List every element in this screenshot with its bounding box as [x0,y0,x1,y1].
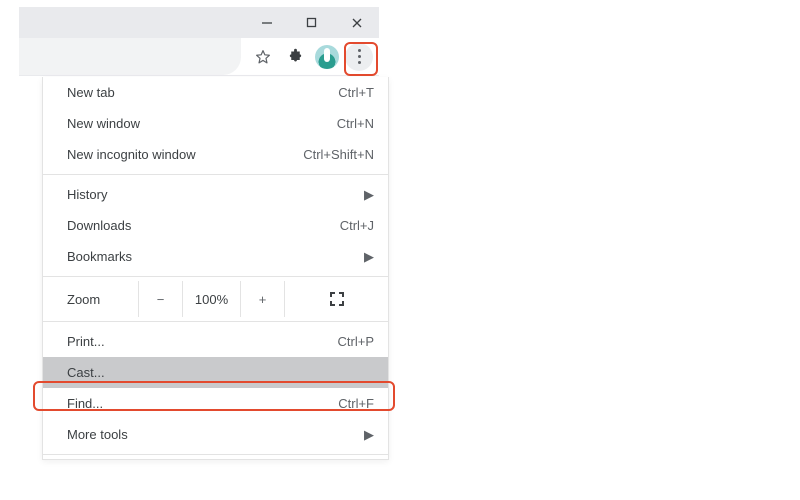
menu-item-label: More tools [67,427,360,442]
avatar-icon [315,45,339,69]
zoom-label: Zoom [43,281,139,317]
omnibox-area [19,38,241,75]
browser-toolbar [19,38,379,76]
menu-item-more-tools[interactable]: More tools ▶ [43,419,388,450]
chrome-main-menu: New tab Ctrl+T New window Ctrl+N New inc… [42,77,389,460]
bookmark-star-button[interactable] [249,43,277,71]
menu-separator [43,276,388,277]
menu-separator [43,321,388,322]
menu-item-label: New incognito window [67,147,284,162]
fullscreen-icon [330,292,344,306]
window-minimize-button[interactable] [244,7,289,38]
menu-item-bookmarks[interactable]: Bookmarks ▶ [43,241,388,272]
menu-item-shortcut: Ctrl+P [284,334,374,349]
window-titlebar [19,7,379,38]
menu-item-label: New window [67,116,284,131]
maximize-icon [306,17,317,28]
profile-avatar-button[interactable] [313,43,341,71]
menu-item-print[interactable]: Print... Ctrl+P [43,326,388,357]
menu-item-new-tab[interactable]: New tab Ctrl+T [43,77,388,108]
menu-item-shortcut: Ctrl+F [284,396,374,411]
menu-item-new-incognito[interactable]: New incognito window Ctrl+Shift+N [43,139,388,170]
zoom-in-button[interactable]: + [241,281,285,317]
menu-item-label: Find... [67,396,284,411]
chevron-right-icon: ▶ [360,427,374,443]
puzzle-icon [287,48,304,65]
extensions-button[interactable] [281,43,309,71]
zoom-percent: 100% [183,281,241,317]
menu-item-shortcut: Ctrl+Shift+N [284,147,374,162]
browser-window [19,7,379,76]
menu-separator [43,454,388,455]
chrome-menu-button[interactable] [345,43,373,71]
close-icon [351,17,363,29]
menu-item-label: History [67,187,360,202]
chevron-right-icon: ▶ [360,187,374,203]
minimize-icon [261,17,273,29]
star-icon [254,48,272,66]
menu-item-downloads[interactable]: Downloads Ctrl+J [43,210,388,241]
menu-item-find[interactable]: Find... Ctrl+F [43,388,388,419]
menu-zoom-row: Zoom − 100% + [43,281,388,317]
menu-item-cast[interactable]: Cast... [43,357,388,388]
menu-item-shortcut: Ctrl+T [284,85,374,100]
fullscreen-button[interactable] [285,281,388,317]
zoom-out-button[interactable]: − [139,281,183,317]
menu-item-shortcut: Ctrl+J [284,218,374,233]
menu-item-label: Cast... [67,365,284,380]
menu-item-new-window[interactable]: New window Ctrl+N [43,108,388,139]
menu-item-label: Downloads [67,218,284,233]
window-close-button[interactable] [334,7,379,38]
menu-item-history[interactable]: History ▶ [43,179,388,210]
menu-item-label: New tab [67,85,284,100]
menu-separator [43,174,388,175]
menu-item-label: Print... [67,334,284,349]
menu-item-shortcut: Ctrl+N [284,116,374,131]
window-maximize-button[interactable] [289,7,334,38]
menu-item-label: Bookmarks [67,249,360,264]
kebab-icon [358,49,361,52]
chevron-right-icon: ▶ [360,249,374,265]
